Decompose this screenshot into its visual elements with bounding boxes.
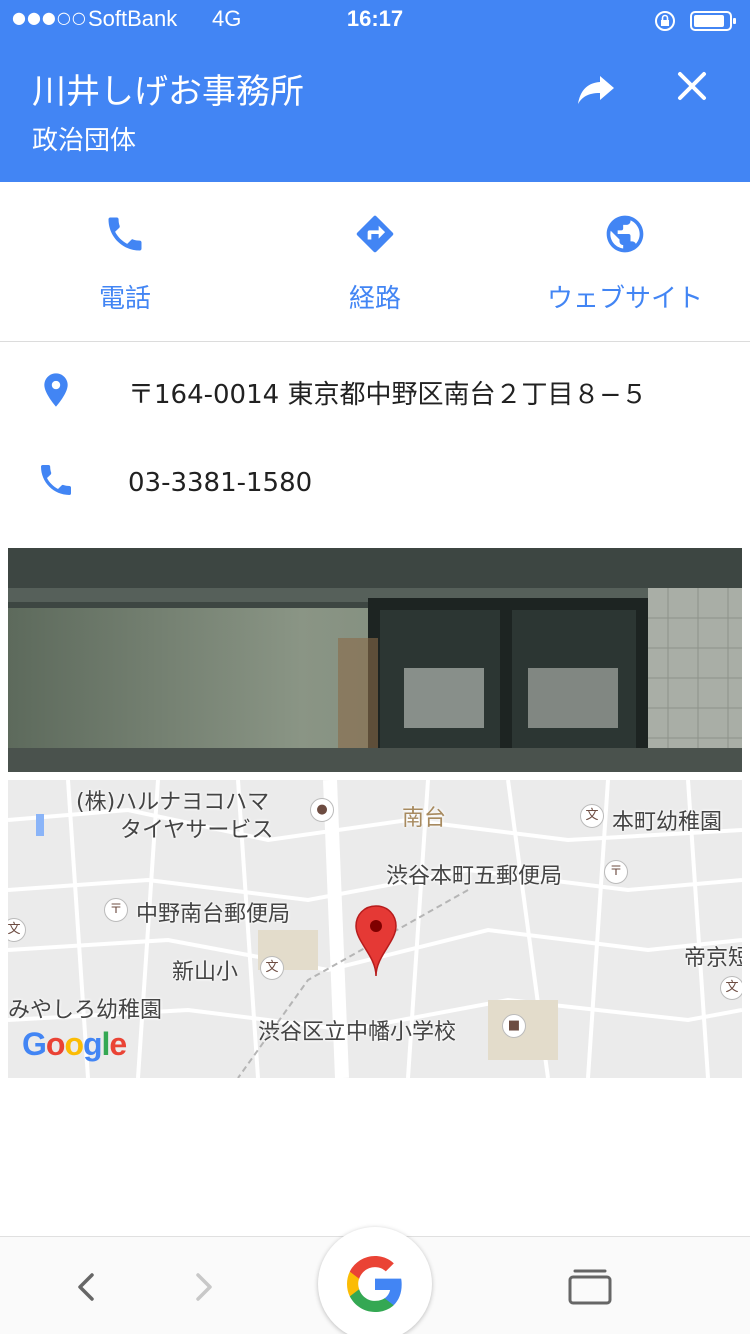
- phone-icon: [108, 217, 142, 251]
- tabs-icon[interactable]: [566, 1267, 614, 1307]
- phone-row[interactable]: 03-3381-1580: [0, 442, 750, 522]
- school-icon: 文: [260, 956, 284, 980]
- globe-icon: [606, 215, 644, 253]
- page-title: 川井しげお事務所: [32, 72, 304, 112]
- map-label-kindergarten-1: 本町幼稚園: [612, 810, 723, 835]
- call-label: 電話: [98, 284, 151, 314]
- address-row[interactable]: 〒164-0014 東京都中野区南台２丁目８−５: [0, 350, 750, 430]
- post-office-icon: 〒: [104, 898, 128, 922]
- location-map[interactable]: (株)ハルナヨコハマ タイヤサービス ● 南台 文 本町幼稚園 渋谷本町五郵便局…: [8, 780, 742, 1078]
- back-arrow-icon[interactable]: [70, 1267, 104, 1307]
- place-header: ●●●○○ SoftBank 4G 16:17 川井しげお事務所 政治団体: [0, 0, 750, 182]
- map-label-area: 南台: [402, 806, 447, 831]
- map-label-postoffice-2: 中野南台郵便局: [136, 902, 291, 927]
- map-label-postoffice-1: 渋谷本町五郵便局: [386, 864, 563, 889]
- battery-icon: [690, 11, 736, 31]
- action-row: 電話 経路 ウェブサイト: [0, 182, 750, 342]
- post-office-icon: 〒: [604, 860, 628, 884]
- google-search-button[interactable]: [318, 1227, 432, 1334]
- school-icon: 文: [580, 804, 604, 828]
- rotation-lock-icon: [655, 11, 675, 31]
- street-view-image[interactable]: [8, 548, 742, 772]
- bottom-toolbar: [0, 1227, 750, 1334]
- place-category: 政治団体: [32, 126, 137, 156]
- directions-label: 経路: [348, 284, 401, 314]
- landmark-icon: ■: [502, 1014, 526, 1038]
- google-g-icon: [347, 1256, 402, 1312]
- close-icon[interactable]: [672, 66, 712, 106]
- website-button[interactable]: ウェブサイト: [500, 182, 750, 342]
- map-label-school-1: 新山小: [172, 960, 239, 985]
- directions-icon: [356, 215, 394, 253]
- directions-button[interactable]: 経路: [250, 182, 500, 342]
- phone-icon: [41, 465, 71, 495]
- shopping-icon: ●: [310, 798, 334, 822]
- forward-arrow-icon[interactable]: [186, 1267, 220, 1307]
- map-label-company-2: タイヤサービス: [120, 818, 274, 843]
- map-label-kindergarten-2: みやしろ幼稚園: [8, 998, 163, 1023]
- share-icon[interactable]: [574, 68, 618, 108]
- location-pin-icon: [44, 373, 68, 407]
- address-text: 〒164-0014 東京都中野区南台２丁目８−５: [128, 380, 648, 410]
- call-button[interactable]: 電話: [0, 182, 250, 342]
- school-icon: 文: [720, 976, 742, 1000]
- status-bar: ●●●○○ SoftBank 4G 16:17: [0, 0, 750, 40]
- status-time: 16:17: [346, 6, 404, 31]
- google-map-logo: Google: [22, 1026, 127, 1062]
- phone-number: 03-3381-1580: [128, 468, 313, 498]
- website-label: ウェブサイト: [546, 284, 703, 314]
- map-label-school-2: 渋谷区立中幡小学校: [258, 1020, 457, 1045]
- map-label-school-cut: 帝京短: [684, 946, 742, 971]
- map-pin-icon: [355, 905, 397, 977]
